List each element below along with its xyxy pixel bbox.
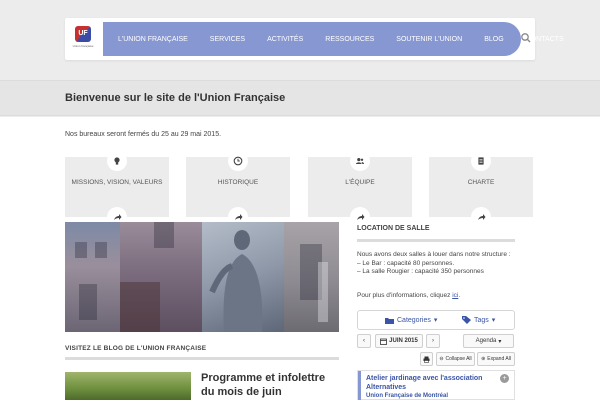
collapse-all-button[interactable]: ⊖ Collapse All — [436, 352, 475, 366]
rental-intro: Nous avons deux salles à louer dans notr… — [357, 251, 511, 258]
nav-item-services[interactable]: Services — [199, 36, 256, 43]
categories-filter[interactable]: Categories ▾ — [385, 316, 437, 324]
caret-down-icon: ▾ — [491, 317, 496, 324]
page-title: Bienvenue sur le site de l'Union Françai… — [65, 92, 286, 104]
lightbulb-icon — [107, 151, 127, 171]
nav-item-ressources[interactable]: Ressources — [314, 36, 385, 43]
card-label: Missions, vision, valeurs — [71, 179, 163, 186]
clock-icon — [228, 151, 248, 171]
section-divider — [357, 239, 515, 242]
blog-section-title: Visitez le blog de l'Union Française — [65, 345, 207, 352]
card-historique[interactable]: Historique — [186, 151, 290, 227]
logo-mark: UF — [75, 26, 91, 42]
post-title[interactable]: Programme et infolettre du mois de juin — [201, 371, 341, 399]
expand-event-icon[interactable]: + — [500, 374, 509, 383]
main-content: Nos bureaux seront fermés du 25 au 29 ma… — [0, 117, 600, 400]
next-month-button[interactable]: › — [426, 334, 440, 348]
photo-statue — [202, 222, 284, 332]
site-logo[interactable]: UF Union française — [73, 26, 93, 52]
rental-line: – La salle Rougier : capacité 350 person… — [357, 268, 484, 275]
search-icon[interactable] — [519, 31, 533, 45]
rental-description: Nous avons deux salles à louer dans notr… — [357, 251, 517, 277]
event-organizer: Union Française de Montréal — [366, 393, 449, 399]
calendar-icon — [380, 338, 388, 345]
tags-filter[interactable]: Tags ▾ — [462, 316, 495, 324]
expand-all-button[interactable]: ⊕ Expand All — [477, 352, 515, 366]
chevron-left-icon: ‹ — [363, 338, 365, 344]
card-charte[interactable]: Charte — [429, 151, 533, 227]
site-header: UF Union française L'Union Française Ser… — [65, 18, 564, 60]
tag-icon — [462, 316, 471, 324]
folder-icon — [385, 317, 394, 324]
rental-more-info: Pour plus d'informations, cliquez ici. — [357, 292, 461, 299]
photo-facade — [284, 222, 339, 332]
nav-item-soutenir[interactable]: Soutenir l'Union — [385, 36, 473, 43]
nav-item-activites[interactable]: Activités — [256, 36, 314, 43]
logo-subtext: Union française — [72, 44, 94, 48]
card-label: Historique — [217, 179, 259, 186]
photo-staircase — [120, 222, 202, 332]
photo-building — [65, 222, 120, 332]
minus-circle-icon: ⊖ — [439, 356, 444, 362]
nav-item-union[interactable]: L'Union Française — [107, 36, 199, 43]
print-button[interactable] — [420, 352, 433, 366]
share-arrow-icon[interactable] — [350, 207, 370, 227]
nav-item-blog[interactable]: Blog — [473, 36, 514, 43]
document-icon — [471, 151, 491, 171]
view-select-button[interactable]: Agenda ▾ — [463, 334, 514, 348]
share-arrow-icon[interactable] — [471, 207, 491, 227]
card-missions[interactable]: Missions, vision, valeurs — [65, 151, 169, 227]
closure-notice: Nos bureaux seront fermés du 25 au 29 ma… — [65, 131, 222, 138]
event-title[interactable]: Atelier jardinage avec l'association Alt… — [366, 374, 496, 392]
calendar-event[interactable]: Atelier jardinage avec l'association Alt… — [357, 370, 515, 400]
photo-slider[interactable] — [65, 222, 339, 332]
card-label: Charte — [467, 179, 495, 186]
welcome-banner: Bienvenue sur le site de l'Union Françai… — [0, 80, 600, 116]
calendar-filter-bar: Categories ▾ Tags ▾ — [357, 310, 515, 330]
month-picker-button[interactable]: JUIN 2015 — [375, 334, 423, 348]
caret-down-icon: ▾ — [433, 317, 438, 324]
print-icon — [423, 356, 430, 363]
rental-line: – Le Bar : capacité 80 personnes. — [357, 259, 455, 267]
plus-circle-icon: ⊕ — [481, 356, 486, 362]
card-equipe[interactable]: L'équipe — [308, 151, 412, 227]
users-icon — [350, 151, 370, 171]
sidebar-title: Location de salle — [357, 225, 430, 232]
chevron-right-icon: › — [432, 338, 434, 344]
caret-down-icon: ▾ — [498, 338, 502, 345]
post-thumbnail[interactable] — [65, 372, 191, 400]
prev-month-button[interactable]: ‹ — [357, 334, 371, 348]
card-label: L'équipe — [345, 179, 375, 186]
section-divider — [65, 357, 339, 360]
event-color-bar — [358, 371, 361, 400]
main-nav: L'Union Française Services Activités Res… — [103, 22, 564, 56]
